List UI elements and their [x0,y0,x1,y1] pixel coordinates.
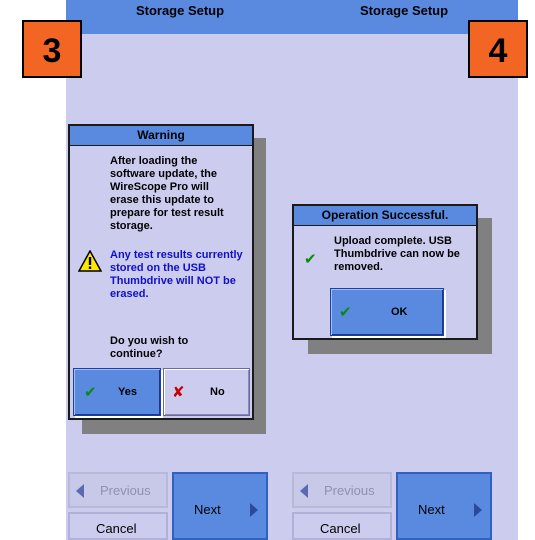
cancel-button[interactable]: Cancel [68,512,168,540]
message-line: software update, the [110,168,217,180]
check-icon: ✔ [304,251,317,268]
question-line: continue? [110,348,163,360]
arrow-right-icon [250,503,258,517]
message-line: removed. [334,261,383,273]
cancel-label: Cancel [96,521,137,536]
step-number-badge: 4 [468,20,528,78]
dialog-note: Any test results currently stored on the… [110,249,243,301]
previous-button[interactable]: Previous [292,472,392,508]
previous-label: Previous [100,483,151,498]
dialog-message: Upload complete. USB Thumbdrive can now … [334,235,460,274]
dialog-title: Warning [70,126,252,146]
previous-button[interactable]: Previous [68,472,168,508]
note-line: Any test results currently [110,249,243,261]
no-label: No [210,386,225,398]
cancel-button[interactable]: Cancel [292,512,392,540]
dialog-title: Operation Successful. [294,206,476,226]
window-title: Storage Setup [66,0,294,34]
yes-button[interactable]: ✔ Yes [73,368,161,416]
arrow-right-icon [474,503,482,517]
no-button[interactable]: ✘ No [163,368,250,416]
next-button[interactable]: Next [172,472,268,540]
next-label: Next [418,502,445,517]
step-number-badge: 3 [22,20,82,78]
next-button[interactable]: Next [396,472,492,540]
message-line: prepare for test result [110,207,224,219]
dialog-message: After loading the software update, the W… [110,155,224,233]
dialog-question: Do you wish to continue? [110,335,188,361]
warning-triangle-icon [78,250,102,272]
yes-label: Yes [118,386,137,398]
ok-label: OK [391,306,408,318]
note-line: erased. [110,288,149,300]
arrow-left-icon [300,484,308,498]
screen-step-3: Storage Setup Warning After loading the … [22,0,294,540]
warning-dialog: Warning After loading the software updat… [68,124,254,420]
arrow-left-icon [76,484,84,498]
message-line: WireScope Pro will [110,181,209,193]
note-line: Thumbdrive will NOT be [110,275,236,287]
check-icon: ✔ [339,304,352,321]
cancel-label: Cancel [320,521,361,536]
check-icon: ✔ [84,384,97,401]
message-line: storage. [110,220,153,232]
message-line: After loading the [110,155,198,167]
message-line: erase this update to [110,194,214,206]
question-line: Do you wish to [110,335,189,347]
success-dialog: Operation Successful. ✔ Upload complete.… [292,204,478,340]
message-line: Upload complete. USB [334,235,452,247]
x-icon: ✘ [172,384,185,401]
previous-label: Previous [324,483,375,498]
next-label: Next [194,502,221,517]
note-line: stored on the USB [110,262,206,274]
screen-step-4: Storage Setup Operation Successful. ✔ Up… [290,0,528,540]
ok-button[interactable]: ✔ OK [330,288,444,336]
message-line: Thumbdrive can now be [334,248,460,260]
